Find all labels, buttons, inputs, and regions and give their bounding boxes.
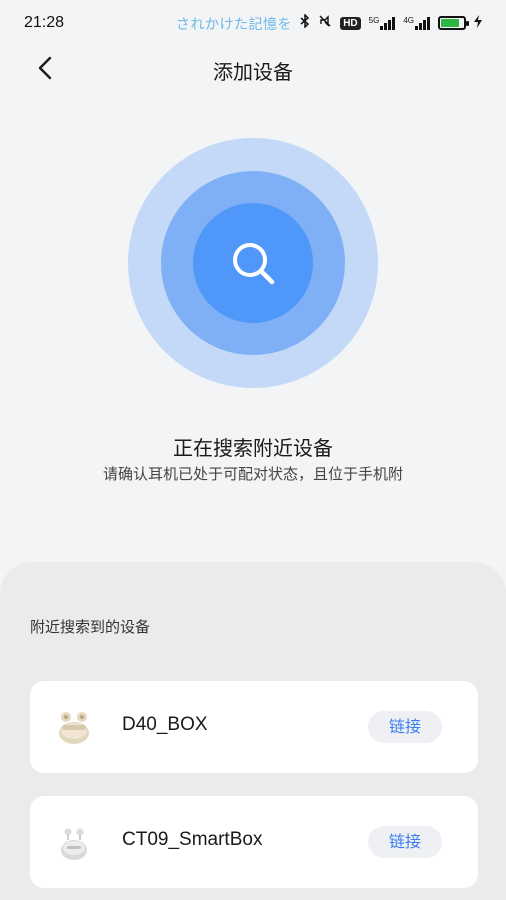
device-name: D40_BOX	[122, 714, 208, 735]
battery-icon	[438, 16, 469, 30]
status-bar: 21:28 されかけた記憶を HD 5G 4G	[0, 0, 506, 46]
search-status-title: 正在搜索附近设备	[173, 436, 333, 460]
nearby-devices-heading: 附近搜索到的设备	[30, 618, 151, 636]
charging-icon	[474, 14, 482, 32]
search-icon	[223, 233, 283, 293]
earbuds-case-icon	[52, 705, 96, 749]
status-icons: HD 5G 4G	[300, 13, 482, 32]
status-time: 21:28	[24, 14, 65, 31]
search-radar	[128, 138, 378, 388]
signal-5g-icon: 5G	[368, 15, 396, 30]
bluetooth-icon	[300, 13, 310, 32]
device-card-d40-box[interactable]: D40_BOX 链接	[30, 681, 478, 773]
connect-button[interactable]: 链接	[368, 826, 442, 858]
header: 添加设备	[0, 46, 506, 90]
hd-badge: HD	[340, 16, 361, 30]
device-name: CT09_SmartBox	[122, 829, 263, 850]
nearby-devices-panel: 附近搜索到的设备 D40_BOX 链接 CT09_SmartBox 链接	[0, 562, 506, 900]
connect-button[interactable]: 链接	[368, 711, 442, 743]
mute-icon	[318, 14, 332, 32]
page-title: 添加设备	[213, 60, 293, 84]
signal-4g-label: 4G	[403, 15, 414, 25]
earbuds-case-icon	[52, 820, 96, 864]
search-status-subtitle: 请确认耳机已处于可配对状态，且位于手机附	[102, 465, 403, 483]
signal-4g-icon: 4G	[403, 15, 430, 30]
signal-5g-label: 5G	[368, 15, 380, 25]
status-ticker: されかけた記憶を	[176, 17, 292, 33]
device-card-ct09-smartbox[interactable]: CT09_SmartBox 链接	[30, 796, 478, 888]
